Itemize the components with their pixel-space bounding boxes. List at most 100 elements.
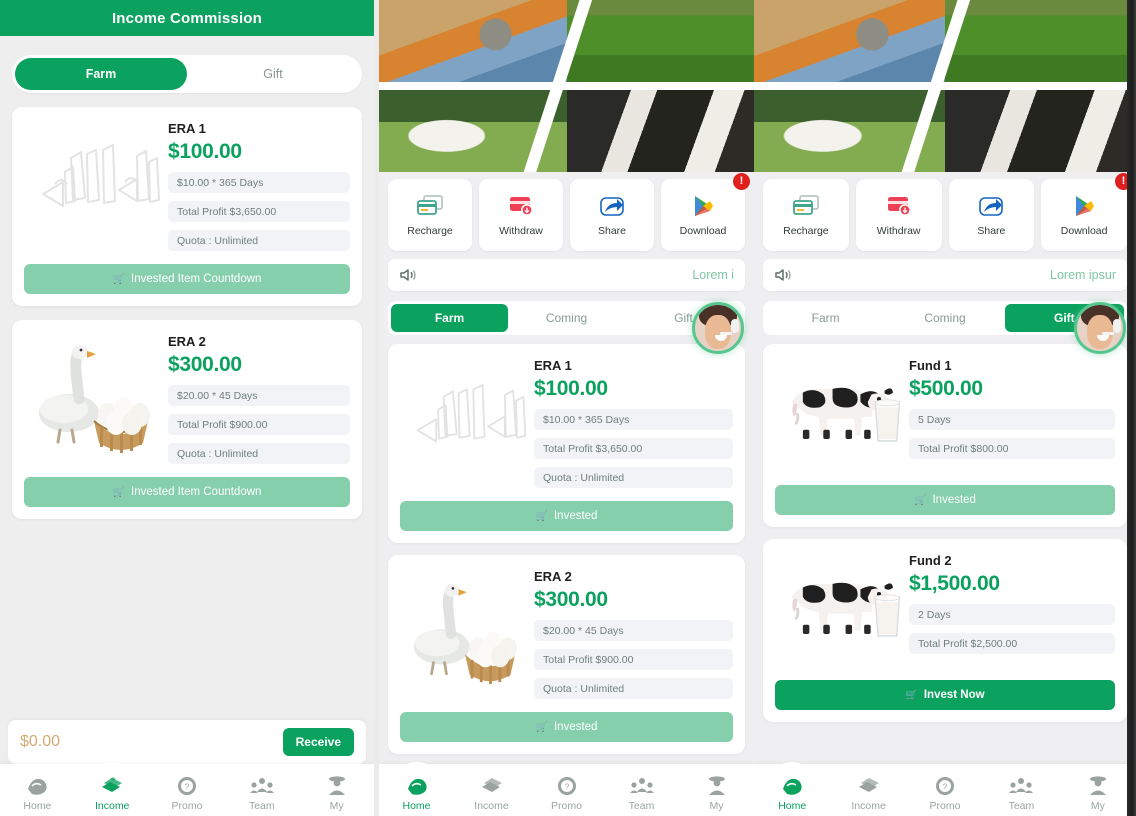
tab-promo[interactable]: ? Promo bbox=[529, 774, 604, 812]
segment-gift[interactable]: Gift bbox=[187, 58, 359, 90]
product-card[interactable]: ERA 2 $300.00 $20.00 * 45 Days Total Pro… bbox=[12, 320, 362, 519]
tab-coming[interactable]: Coming bbox=[508, 304, 625, 332]
tab-team[interactable]: Team bbox=[224, 774, 299, 812]
product-card[interactable]: ERA 2 $300.00 $20.00 * 45 Days Total Pro… bbox=[388, 555, 745, 754]
withdraw-card-icon bbox=[884, 193, 914, 219]
right-phone-panel: Recharge Withdraw Share ! Download Lorem… bbox=[754, 0, 1136, 816]
invested-countdown-button[interactable]: 🛒 Invested Item Countdown bbox=[24, 264, 350, 294]
promo-icon: ? bbox=[932, 774, 958, 798]
segment-farm[interactable]: Farm bbox=[15, 58, 187, 90]
withdraw-button[interactable]: Withdraw bbox=[855, 179, 942, 251]
product-card[interactable]: Fund 2 $1,500.00 2 Days Total Profit $2,… bbox=[763, 539, 1127, 722]
tab-coming[interactable]: Coming bbox=[885, 304, 1004, 332]
invest-now-button[interactable]: 🛒 Invest Now bbox=[775, 680, 1115, 710]
quick-label: Recharge bbox=[783, 225, 829, 237]
right-product-list: Fund 1 $500.00 5 Days Total Profit $800.… bbox=[754, 344, 1136, 722]
customer-service-avatar[interactable] bbox=[1074, 302, 1126, 354]
tab-label: My bbox=[709, 800, 724, 812]
home-icon bbox=[24, 774, 50, 798]
share-arrow-icon bbox=[597, 193, 627, 219]
left-panel-body: Farm Gift ERA 1 $100.00 $10.00 * 365 Day… bbox=[0, 55, 374, 519]
product-card[interactable]: ERA 1 $100.00 $10.00 * 365 Days Total Pr… bbox=[12, 107, 362, 306]
tab-label: My bbox=[329, 800, 344, 812]
announcement-marquee[interactable]: Lorem ipsur bbox=[763, 259, 1127, 291]
product-meta-profit: Total Profit $2,500.00 bbox=[909, 633, 1115, 654]
quick-actions-row: Recharge Withdraw Share ! Download bbox=[379, 172, 754, 251]
tab-income[interactable]: Income bbox=[830, 774, 906, 812]
tab-my[interactable]: My bbox=[299, 774, 374, 812]
product-price: $100.00 bbox=[168, 140, 242, 163]
invested-button[interactable]: 🛒 Invested bbox=[400, 712, 733, 742]
tab-label: Home bbox=[778, 800, 807, 812]
product-title: ERA 1 bbox=[168, 121, 206, 136]
share-arrow-icon bbox=[976, 193, 1006, 219]
share-button[interactable]: Share bbox=[948, 179, 1035, 251]
announcement-marquee[interactable]: Lorem i bbox=[388, 259, 745, 291]
marquee-text: Lorem ipsur bbox=[1050, 268, 1116, 282]
invested-button[interactable]: 🛒 Invested bbox=[775, 485, 1115, 515]
tab-income[interactable]: Income bbox=[75, 762, 150, 812]
tab-my[interactable]: My bbox=[679, 774, 754, 812]
tab-label: Income bbox=[94, 800, 130, 812]
tab-income[interactable]: Income bbox=[454, 774, 529, 812]
receive-button[interactable]: Receive bbox=[282, 728, 354, 756]
tab-label: Income bbox=[474, 800, 509, 812]
banner-cow-image bbox=[566, 86, 754, 172]
tab-home[interactable]: Home bbox=[754, 762, 830, 812]
product-card[interactable]: Fund 1 $500.00 5 Days Total Profit $800.… bbox=[763, 344, 1127, 527]
product-card-top: Fund 1 $500.00 5 Days Total Profit $800.… bbox=[775, 354, 1115, 472]
avatar bbox=[1077, 305, 1123, 351]
farm-banner-collage[interactable] bbox=[379, 0, 754, 172]
product-meta-profit: Total Profit $3,650.00 bbox=[168, 201, 350, 222]
product-price: $500.00 bbox=[909, 377, 983, 400]
tab-home[interactable]: Home bbox=[0, 774, 75, 812]
invested-button[interactable]: 🛒 Invested bbox=[400, 501, 733, 531]
tab-promo[interactable]: ? Promo bbox=[907, 774, 983, 812]
play-store-icon bbox=[688, 193, 718, 219]
goose-eggs-icon bbox=[400, 565, 530, 699]
notification-badge: ! bbox=[1115, 173, 1132, 190]
tab-farm[interactable]: Farm bbox=[766, 304, 885, 332]
tab-label: Home bbox=[402, 800, 431, 812]
customer-service-avatar[interactable] bbox=[692, 302, 744, 354]
left-phone-panel: Income Commission Farm Gift ERA 1 $100.0… bbox=[0, 0, 374, 816]
quick-label: Recharge bbox=[407, 225, 453, 237]
tab-my[interactable]: My bbox=[1060, 774, 1136, 812]
tab-team[interactable]: Team bbox=[983, 774, 1059, 812]
my-icon bbox=[324, 774, 350, 798]
share-button[interactable]: Share bbox=[570, 179, 654, 251]
bottom-tabbar: Home Income ? Promo Team My bbox=[0, 762, 374, 816]
banner-row-top bbox=[379, 0, 754, 86]
invested-countdown-button[interactable]: 🛒 Invested Item Countdown bbox=[24, 477, 350, 507]
quick-actions-row: Recharge Withdraw Share ! Download bbox=[754, 172, 1136, 251]
tab-team[interactable]: Team bbox=[604, 774, 679, 812]
home-icon bbox=[779, 774, 805, 798]
quick-label: Withdraw bbox=[499, 225, 543, 237]
product-meta-quota: Quota : Unlimited bbox=[168, 443, 350, 464]
bottom-tabbar: Home Income ? Promo Team My bbox=[379, 762, 754, 816]
cta-label: Invested Item Countdown bbox=[131, 486, 262, 498]
cow-milk-icon bbox=[775, 354, 905, 472]
banner-row-bottom bbox=[379, 86, 754, 172]
product-card-info: ERA 2 $300.00 $20.00 * 45 Days Total Pro… bbox=[168, 330, 350, 464]
cta-label: Invest Now bbox=[923, 689, 985, 701]
speaker-icon bbox=[399, 267, 417, 283]
cta-label: Invested Item Countdown bbox=[131, 273, 262, 285]
recharge-button[interactable]: Recharge bbox=[763, 179, 849, 251]
farm-banner-collage[interactable] bbox=[754, 0, 1136, 172]
svg-text:?: ? bbox=[185, 783, 190, 792]
tab-farm[interactable]: Farm bbox=[391, 304, 508, 332]
product-price: $300.00 bbox=[534, 588, 608, 611]
product-title: ERA 2 bbox=[534, 569, 572, 584]
download-button[interactable]: ! Download bbox=[661, 173, 750, 251]
download-button[interactable]: ! Download bbox=[1041, 173, 1132, 251]
tab-home[interactable]: Home bbox=[379, 762, 454, 812]
banner-duck-image bbox=[754, 0, 945, 86]
banner-duck-image bbox=[379, 0, 567, 86]
tab-promo[interactable]: ? Promo bbox=[150, 774, 225, 812]
avatar bbox=[695, 305, 741, 351]
product-card[interactable]: ERA 1 $100.00 $10.00 * 365 Days Total Pr… bbox=[388, 344, 745, 543]
withdraw-button[interactable]: Withdraw bbox=[479, 179, 563, 251]
recharge-button[interactable]: Recharge bbox=[388, 179, 472, 251]
tab-label: Income bbox=[851, 800, 886, 812]
